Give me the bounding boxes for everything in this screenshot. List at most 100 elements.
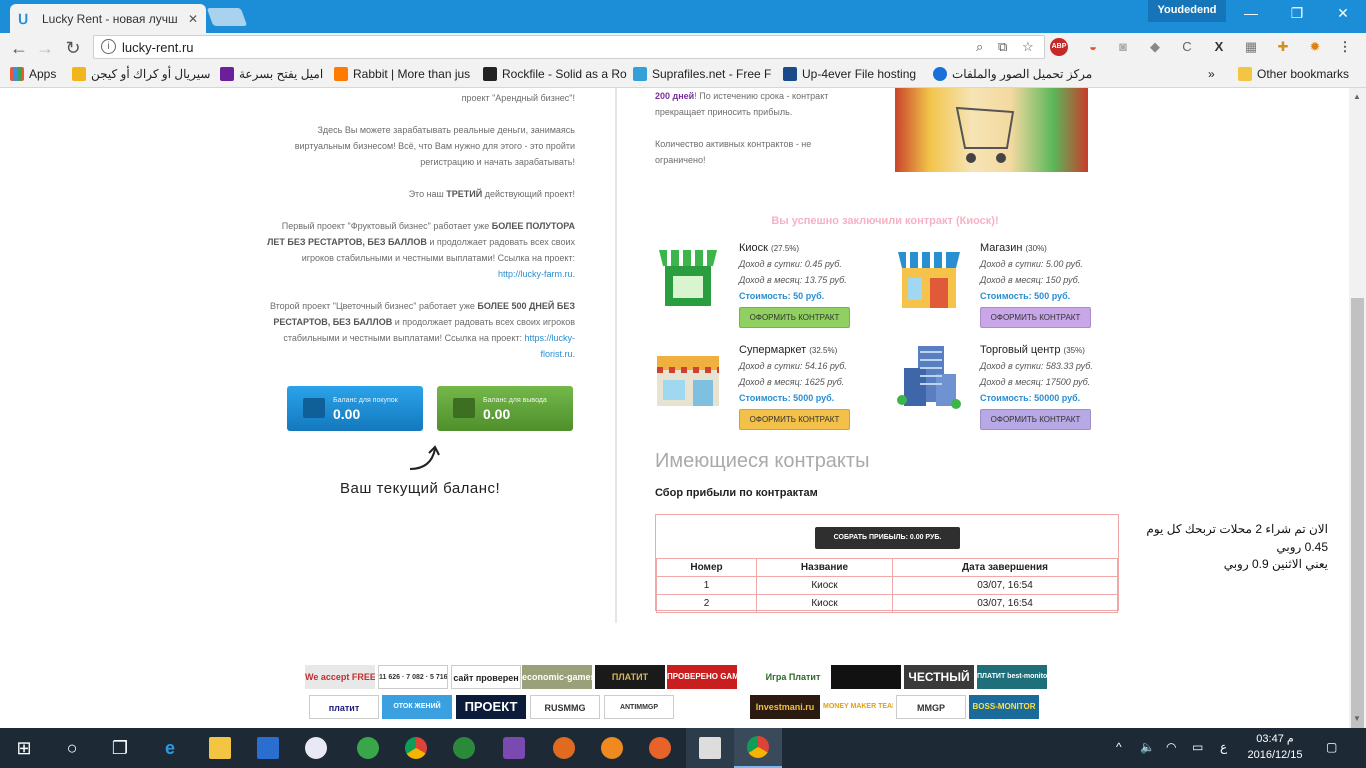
collect-profit-button[interactable]: СОБРАТЬ ПРИБЫЛЬ: 0.00 РУБ. [815, 527, 960, 549]
monitor-badge[interactable]: ПЛАТИТ [595, 665, 665, 689]
balance-withdraw-button[interactable]: Баланс для вывода 0.00 [437, 386, 573, 431]
monitor-badge[interactable]: ПЛАТИТ best-monitoring.ru [977, 665, 1047, 689]
extension-puzzle-icon[interactable]: ✚ [1274, 38, 1292, 56]
task-view-icon[interactable]: ❐ [96, 728, 144, 768]
contract-card-shop: Магазин (30%) Доход в сутки: 5.00 руб. Д… [896, 240, 1126, 332]
monitor-badge[interactable]: ЧЕСТНЫЙ [904, 665, 974, 689]
extension-image-icon[interactable]: ▦ [1242, 38, 1260, 56]
monitor-badge[interactable]: BOSS-MONITOR [969, 695, 1039, 719]
app-i-icon[interactable] [244, 728, 292, 768]
lucky-farm-link[interactable]: http://lucky-farm.ru. [498, 269, 575, 279]
monitor-badge[interactable]: ПРОЕКТ [456, 695, 526, 719]
browser-tab[interactable]: ᑌ Lucky Rent - новая лучш ✕ [10, 4, 206, 33]
contracts-table: Номер Название Дата завершения 1 Киоск 0… [656, 558, 1118, 613]
extension-c-icon[interactable]: C [1178, 38, 1196, 56]
bookmark-item[interactable]: مركز تحميل الصور والملفات [933, 67, 1092, 81]
new-tab-button[interactable] [206, 8, 248, 26]
translate-icon[interactable]: ⧉ [998, 39, 1007, 55]
monitor-badge[interactable]: economic-games.ru [522, 665, 592, 689]
bookmark-favicon-icon [334, 67, 348, 81]
minimize-icon[interactable]: — [1228, 0, 1274, 28]
close-window-icon[interactable]: ✕ [1320, 0, 1366, 28]
video-app-icon[interactable] [490, 728, 538, 768]
lucky-florist-link[interactable]: https://lucky-florist.ru. [524, 333, 575, 359]
bookmark-star-icon[interactable]: ☆ [1022, 39, 1034, 55]
wifi-icon[interactable]: ◠ [1166, 740, 1176, 754]
monitor-badge[interactable]: ANTIMMGP [604, 695, 674, 719]
volume-icon[interactable]: 🔈 [1140, 740, 1155, 754]
idm-icon[interactable] [540, 728, 588, 768]
zoom-icon[interactable]: ⌕ [976, 39, 983, 55]
firefox-icon[interactable] [636, 728, 684, 768]
page-scrollbar[interactable]: ▲ ▼ [1349, 88, 1366, 768]
extension-x-icon[interactable]: X [1210, 38, 1228, 56]
tab-close-icon[interactable]: ✕ [188, 12, 198, 26]
utorrent-icon[interactable] [344, 728, 392, 768]
bookmarks-overflow-button[interactable]: » [1208, 67, 1215, 81]
other-bookmarks[interactable]: Other bookmarks [1238, 67, 1349, 81]
extension-gear-icon[interactable]: ✹ [1306, 38, 1324, 56]
scroll-down-icon[interactable]: ▼ [1353, 714, 1361, 723]
monitor-badge[interactable]: We accept FREE-KASSA [305, 665, 375, 689]
contracts-table-panel: СОБРАТЬ ПРИБЫЛЬ: 0.00 РУБ. Номер Названи… [655, 514, 1119, 613]
bookmark-item[interactable]: سيريال أو كراك أو كيجن [72, 67, 210, 81]
site-info-icon[interactable]: i [101, 39, 116, 54]
camera-icon[interactable]: ◙ [1114, 38, 1132, 56]
maximize-icon[interactable]: ❐ [1274, 0, 1320, 28]
file-explorer-icon[interactable] [196, 728, 244, 768]
monitor-badge[interactable]: 11 626 · 7 082 · 5 716 [378, 665, 448, 689]
monitor-badge[interactable]: Игра Платит [758, 665, 828, 689]
cortana-icon[interactable]: ○ [48, 728, 96, 768]
monitor-badge[interactable]: ОТОК ЖЕНИЙ [382, 695, 452, 719]
monitor-badge[interactable]: сайт проверен [451, 665, 521, 689]
order-contract-button[interactable]: ОФОРМИТЬ КОНТРАКТ [739, 307, 850, 328]
edge-icon[interactable]: e [146, 728, 194, 768]
bookmark-item[interactable]: Rabbit | More than jus [334, 67, 470, 81]
extension-cube-icon[interactable]: ◆ [1146, 38, 1164, 56]
reload-icon[interactable]: ↻ [62, 37, 84, 59]
bookmark-item[interactable]: اميل يفتح بسرعة [220, 67, 323, 81]
bookmark-apps[interactable]: Apps [10, 67, 56, 81]
balance-buy-button[interactable]: Баланс для покупок 0.00 [287, 386, 423, 431]
tray-chevron-icon[interactable]: ^ [1116, 740, 1122, 754]
taskbar-clock[interactable]: 03:47 م 2016/12/15 [1242, 731, 1308, 763]
bookmark-item[interactable]: Rockfile - Solid as a Ro [483, 67, 627, 81]
monitor-badge[interactable]: RUSMMG [530, 695, 600, 719]
monitor-badge[interactable] [831, 665, 901, 689]
adblock-icon[interactable]: ABP [1050, 38, 1068, 56]
forward-icon[interactable]: → [34, 37, 56, 59]
language-indicator[interactable]: ع [1220, 740, 1227, 754]
monitor-badge[interactable]: ПРОВЕРЕНО GAMEDOOM [667, 665, 737, 689]
back-icon[interactable]: ← [8, 37, 30, 59]
itunes-icon[interactable] [292, 728, 340, 768]
battery-icon[interactable]: ▭ [1192, 740, 1203, 754]
table-row: 1 Киоск 03/07, 16:54 [656, 576, 1118, 595]
title-bar: ᑌ Lucky Rent - новая лучш ✕ Youdedend — … [0, 0, 1366, 33]
chrome-active-taskbar-icon[interactable] [734, 728, 782, 768]
bookmark-item[interactable]: Up-4ever File hosting [783, 67, 916, 81]
windows-start-icon[interactable]: ⊞ [0, 728, 48, 768]
monitor-badge[interactable]: MMGP [896, 695, 966, 719]
annotation-line-1: الان تم شراء 2 محلات تربحك كل يوم [1146, 522, 1328, 536]
scrollbar-thumb[interactable] [1351, 298, 1364, 768]
url-text[interactable]: lucky-rent.ru [122, 40, 194, 55]
order-contract-button[interactable]: ОФОРМИТЬ КОНТРАКТ [980, 409, 1091, 430]
order-contract-button[interactable]: ОФОРМИТЬ КОНТРАКТ [739, 409, 850, 430]
scroll-up-icon[interactable]: ▲ [1353, 92, 1361, 101]
monitor-badge[interactable]: Investmani.ru [750, 695, 820, 719]
monitor-badge[interactable]: MONEY MAKER TEAM [823, 695, 893, 719]
address-bar[interactable]: i lucky-rent.ru ⌕ ⧉ ☆ [93, 35, 1045, 59]
bookmark-item[interactable]: Suprafiles.net - Free F [633, 67, 771, 81]
mall-icon [897, 346, 961, 409]
media-app-icon[interactable] [686, 728, 734, 768]
profile-button[interactable]: Youdedend [1148, 0, 1226, 22]
extension-color-icon[interactable]: ◒ [1084, 38, 1102, 56]
chrome-taskbar-icon[interactable] [392, 728, 440, 768]
chrome-menu-icon[interactable]: ⋮ [1336, 38, 1354, 56]
wifi-app-icon[interactable] [588, 728, 636, 768]
monitor-badge[interactable]: платит [309, 695, 379, 719]
profit-heading: Сбор прибыли по контрактам [655, 487, 818, 499]
globe-app-icon[interactable] [440, 728, 488, 768]
order-contract-button[interactable]: ОФОРМИТЬ КОНТРАКТ [980, 307, 1091, 328]
action-center-icon[interactable]: ▢ [1326, 740, 1337, 754]
